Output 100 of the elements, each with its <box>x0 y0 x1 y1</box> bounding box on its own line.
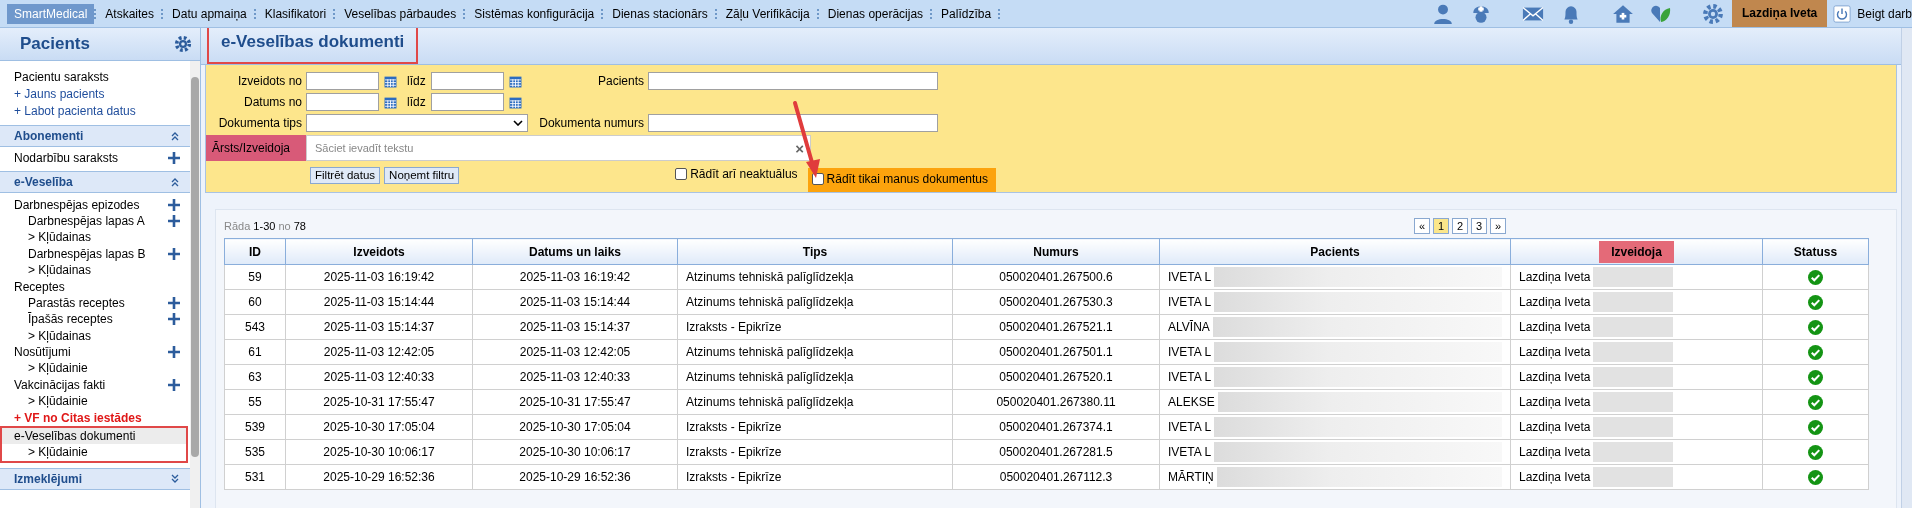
sidebar-item[interactable]: > Kļūdainas <box>0 261 190 279</box>
sidebar-item[interactable]: > Kļūdainie <box>2 444 186 461</box>
table-cell: 2025-10-30 17:05:04 <box>285 414 473 440</box>
checkbox[interactable] <box>811 173 824 185</box>
plus-icon[interactable] <box>168 378 180 391</box>
sidebar-link[interactable]: + Labot pacienta datus <box>14 103 190 120</box>
settings-icon[interactable] <box>1701 2 1724 25</box>
logout-link[interactable]: Beigt darb <box>1857 6 1912 21</box>
sidebar-item[interactable]: Darbnespējas lapas B <box>0 245 190 262</box>
sidebar-item[interactable]: > Kļūdainas <box>0 229 190 246</box>
sidebar-item[interactable]: Vakcinācijas fakti <box>0 376 190 394</box>
column-header[interactable]: Numurs <box>952 238 1160 265</box>
plus-icon[interactable] <box>168 296 180 309</box>
menu-item[interactable]: Dienas operācijas <box>820 6 931 21</box>
author-search-field[interactable]: Sāciet ievadīt tekstu × <box>306 135 811 161</box>
calendar-icon[interactable] <box>384 74 397 88</box>
table-cell: 2025-11-03 15:14:44 <box>285 289 473 315</box>
plus-icon[interactable] <box>168 198 180 211</box>
table-cell: 55 <box>224 389 286 415</box>
sidebar-link[interactable]: Pacientu saraksts <box>14 69 190 86</box>
filter-option[interactable]: Rādīt arī neaktuālus <box>671 164 802 184</box>
menu-item[interactable]: Palīdzība <box>934 6 999 21</box>
sidebar-item[interactable]: Darbnespējas epizodes <box>0 196 190 213</box>
settings-icon[interactable] <box>174 35 192 53</box>
table-cell: 2025-11-03 12:42:05 <box>472 339 678 365</box>
calendar-icon[interactable] <box>509 95 522 109</box>
menu-item[interactable]: Veselības pārbaudes <box>337 6 464 21</box>
chevron-icon[interactable] <box>170 131 180 141</box>
scrollbar[interactable] <box>190 61 200 508</box>
document-type-dropdown[interactable] <box>306 114 528 132</box>
table-cell: 2025-11-03 15:14:44 <box>472 289 678 315</box>
page-button[interactable]: 3 <box>1471 218 1487 234</box>
date-field[interactable] <box>431 72 504 90</box>
document-number-field[interactable] <box>648 114 938 132</box>
page-button[interactable]: 2 <box>1452 218 1468 234</box>
power-icon[interactable] <box>1833 4 1852 23</box>
menu-item[interactable]: Dienas stacionārs <box>605 6 715 21</box>
plus-icon[interactable] <box>168 313 180 326</box>
sidebar-item[interactable]: Darbnespējas lapas A <box>0 212 190 230</box>
section-header[interactable]: Abonementi <box>0 125 190 147</box>
plus-icon[interactable] <box>168 346 180 359</box>
column-header[interactable]: Izveidoja <box>1510 238 1763 265</box>
table-cell: 2025-11-03 16:19:42 <box>472 264 678 290</box>
table-cell: 535 <box>224 439 286 465</box>
plus-icon[interactable] <box>168 247 180 260</box>
scrollbar[interactable] <box>1901 28 1912 508</box>
sidebar-item[interactable]: Nosūtījumi <box>0 343 190 361</box>
page-button[interactable]: » <box>1490 218 1506 234</box>
date-field[interactable] <box>431 93 504 111</box>
column-header[interactable]: Izveidots <box>285 238 473 265</box>
table-cell: 2025-11-03 15:14:37 <box>472 314 678 340</box>
menu-item[interactable]: Atskaites <box>98 6 162 21</box>
sidebar-item[interactable]: Īpašās receptes <box>0 311 190 328</box>
sidebar-item[interactable]: Parastās receptes <box>0 294 190 312</box>
field-label: līdz <box>406 74 427 88</box>
table-cell: 2025-11-03 12:40:33 <box>285 364 473 390</box>
date-field[interactable] <box>306 93 379 111</box>
menu-item[interactable]: Datu apmaiņa <box>165 6 254 21</box>
date-field[interactable] <box>306 72 379 90</box>
patient-field[interactable] <box>648 72 938 90</box>
filter-button[interactable]: Filtrēt datus <box>310 167 381 184</box>
user-name[interactable]: Lazdiņa Iveta <box>1731 0 1828 27</box>
section-header[interactable]: Izmeklējumi <box>0 467 190 490</box>
table-cell: 59 <box>224 264 286 290</box>
sidebar-item[interactable]: Receptes <box>0 278 190 295</box>
table-cell: Atzinums tehniskā palīglīdzekļa <box>677 289 953 315</box>
patient-name: ALEKSE <box>1168 395 1215 409</box>
chevron-icon[interactable] <box>170 473 180 484</box>
menu-item[interactable]: Sistēmas konfigurācija <box>467 6 602 21</box>
page-button[interactable]: « <box>1414 218 1430 234</box>
clear-filter-button[interactable]: Noņemt filtru <box>384 167 460 184</box>
sidebar-item[interactable]: > Kļūdainas <box>0 327 190 344</box>
sidebar-item[interactable]: > Kļūdainie <box>0 360 190 377</box>
sidebar-item[interactable]: > Kļūdainie <box>0 393 190 410</box>
menu-item[interactable]: Klasifikatori <box>257 6 334 21</box>
person-icon[interactable] <box>1431 2 1454 25</box>
column-header[interactable]: Datums un laiks <box>472 238 678 265</box>
plus-icon[interactable] <box>168 152 180 165</box>
table-cell: 539 <box>224 414 286 440</box>
column-header[interactable]: ID <box>224 238 286 265</box>
plus-icon[interactable] <box>168 214 180 227</box>
calendar-icon[interactable] <box>384 95 397 109</box>
filter-option[interactable]: Rādīt tikai manus dokumentus <box>807 168 996 192</box>
sidebar-item[interactable]: + VF no Citas iestādes <box>0 409 190 426</box>
clear-button[interactable]: × <box>795 139 804 157</box>
menu-item[interactable]: Zāļu Verifikācija <box>718 6 817 21</box>
section-header[interactable]: e-Veselība <box>0 171 190 194</box>
sidebar-link[interactable]: + Jauns pacients <box>14 86 190 103</box>
checkbox[interactable] <box>675 168 688 180</box>
sidebar-item[interactable]: Nodarbību saraksts <box>0 150 190 167</box>
page-button[interactable]: 1 <box>1433 218 1449 234</box>
calendar-icon[interactable] <box>509 74 522 88</box>
sidebar-item[interactable]: e-Veselības dokumenti <box>2 427 186 445</box>
chevron-icon[interactable] <box>170 177 180 188</box>
author-name: Lazdiņa Iveta <box>1519 345 1591 359</box>
table-cell: 050020401.267530.3 <box>952 289 1160 315</box>
column-header[interactable]: Statuss <box>1762 238 1869 265</box>
column-header[interactable]: Tips <box>677 238 953 265</box>
column-header[interactable]: Pacients <box>1159 238 1511 265</box>
table-cell: 531 <box>224 464 286 490</box>
